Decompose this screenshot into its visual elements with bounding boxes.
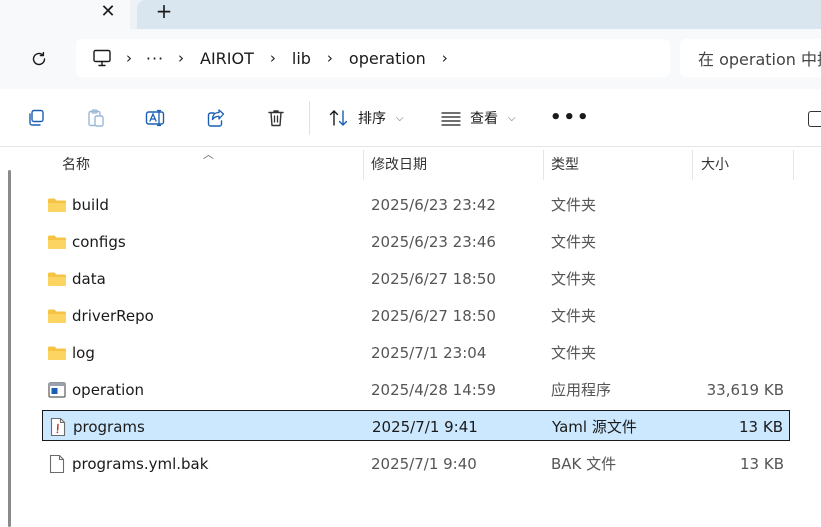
file-date: 2025/7/1 23:04 <box>371 343 487 362</box>
chevron-down-icon: ⌵ <box>396 112 404 124</box>
file-row[interactable]: programs.yml.bak 2025/7/1 9:40 BAK 文件 13… <box>42 448 790 479</box>
column-header-size[interactable]: 大小 <box>701 148 729 180</box>
folder-icon <box>46 337 68 368</box>
file-date: 2025/6/23 23:46 <box>371 232 496 251</box>
file-name: configs <box>72 232 126 251</box>
file-name: data <box>72 269 106 288</box>
file-size: 13 KB <box>740 454 784 473</box>
column-divider[interactable] <box>543 150 544 180</box>
file-name: build <box>72 195 109 214</box>
file-date: 2025/7/1 9:40 <box>371 454 477 473</box>
file-name: programs.yml.bak <box>72 454 209 473</box>
details-pane-icon[interactable] <box>808 111 821 127</box>
view-list-icon <box>441 112 461 126</box>
column-divider[interactable] <box>793 150 794 180</box>
sort-button[interactable]: 排序 ⌵ <box>328 103 404 133</box>
address-bar-row: › ··· › AIRIOT › lib › operation › 在 ope… <box>0 29 821 89</box>
breadcrumb-separator[interactable]: › <box>430 49 460 67</box>
file-row-selected[interactable]: programs 2025/7/1 9:41 Yaml 源文件 13 KB <box>42 410 790 441</box>
search-input[interactable]: 在 operation 中搜索 <box>680 39 821 77</box>
tab-strip-background <box>137 0 821 29</box>
tab-strip: ✕ + <box>0 0 821 29</box>
chevron-down-icon: ⌵ <box>508 112 516 124</box>
column-header-type[interactable]: 类型 <box>551 148 579 180</box>
file-list: ︿ 名称 修改日期 类型 大小 build 2025/6/23 23:42 文件… <box>0 148 821 527</box>
breadcrumb-item-operation[interactable]: operation <box>345 49 430 68</box>
file-name: programs <box>73 417 145 436</box>
file-date: 2025/6/27 18:50 <box>371 306 496 325</box>
computer-icon[interactable] <box>92 48 114 68</box>
delete-icon[interactable] <box>264 106 288 130</box>
column-header-date[interactable]: 修改日期 <box>371 148 427 180</box>
file-type: 文件夹 <box>551 233 597 251</box>
file-name: log <box>72 343 95 362</box>
breadcrumb-separator[interactable]: › <box>166 49 196 67</box>
file-name: driverRepo <box>72 306 154 325</box>
breadcrumb-separator[interactable]: › <box>315 49 345 67</box>
more-options-button[interactable]: ••• <box>550 107 591 128</box>
file-type: BAK 文件 <box>551 455 617 473</box>
view-button[interactable]: 查看 ⌵ <box>440 103 516 133</box>
new-tab-icon[interactable]: + <box>151 0 177 23</box>
file-row[interactable]: configs 2025/6/23 23:46 文件夹 <box>42 226 790 257</box>
file-date: 2025/7/1 9:41 <box>372 417 478 436</box>
file-type: 文件夹 <box>551 307 597 325</box>
column-header-name[interactable]: 名称 <box>62 148 90 180</box>
vertical-scrollbar[interactable] <box>8 170 11 527</box>
close-tab-icon[interactable]: ✕ <box>96 0 120 22</box>
column-divider[interactable] <box>692 150 693 180</box>
column-header-row: ︿ 名称 修改日期 类型 大小 <box>0 148 821 180</box>
file-date: 2025/6/23 23:42 <box>371 195 496 214</box>
toolbar-divider <box>309 101 310 135</box>
breadcrumb-item-airiot[interactable]: AIRIOT <box>196 49 258 68</box>
view-label: 查看 <box>470 111 498 127</box>
file-row[interactable]: data 2025/6/27 18:50 文件夹 <box>42 263 790 294</box>
sort-ascending-icon: ︿ <box>203 148 214 161</box>
file-row[interactable]: log 2025/7/1 23:04 文件夹 <box>42 337 790 368</box>
file-row[interactable]: operation 2025/4/28 14:59 应用程序 33,619 KB <box>42 374 790 405</box>
breadcrumb-separator[interactable]: › <box>258 49 288 67</box>
file-date: 2025/6/27 18:50 <box>371 269 496 288</box>
breadcrumb-more-button[interactable]: ··· <box>144 49 166 68</box>
share-icon[interactable] <box>204 106 228 130</box>
folder-icon <box>46 300 68 331</box>
file-type: 文件夹 <box>551 344 597 362</box>
folder-icon <box>46 263 68 294</box>
file-date: 2025/4/28 14:59 <box>371 380 496 399</box>
file-name: operation <box>72 380 145 399</box>
file-type: Yaml 源文件 <box>552 418 637 436</box>
file-size: 13 KB <box>739 417 783 436</box>
breadcrumb-separator[interactable]: › <box>114 49 144 67</box>
file-size: 33,619 KB <box>706 380 784 399</box>
application-icon <box>46 374 68 405</box>
paste-icon[interactable] <box>84 106 108 130</box>
breadcrumb[interactable]: › ··· › AIRIOT › lib › operation › <box>76 39 670 77</box>
rename-icon[interactable] <box>144 106 168 130</box>
copy-icon[interactable] <box>24 106 48 130</box>
command-bar: 排序 ⌵ 查看 ⌵ ••• <box>0 89 821 147</box>
folder-icon <box>46 226 68 257</box>
sort-label: 排序 <box>358 111 386 127</box>
folder-icon <box>46 189 68 220</box>
file-type: 文件夹 <box>551 196 597 214</box>
blank-file-icon <box>46 448 68 479</box>
refresh-icon[interactable] <box>26 46 52 72</box>
file-row[interactable]: driverRepo 2025/6/27 18:50 文件夹 <box>42 300 790 331</box>
yaml-file-icon <box>47 411 69 442</box>
column-divider[interactable] <box>363 150 364 180</box>
file-type: 文件夹 <box>551 270 597 288</box>
breadcrumb-item-lib[interactable]: lib <box>288 49 315 68</box>
sort-icon <box>329 110 348 126</box>
file-row[interactable]: build 2025/6/23 23:42 文件夹 <box>42 189 790 220</box>
file-type: 应用程序 <box>551 381 612 399</box>
